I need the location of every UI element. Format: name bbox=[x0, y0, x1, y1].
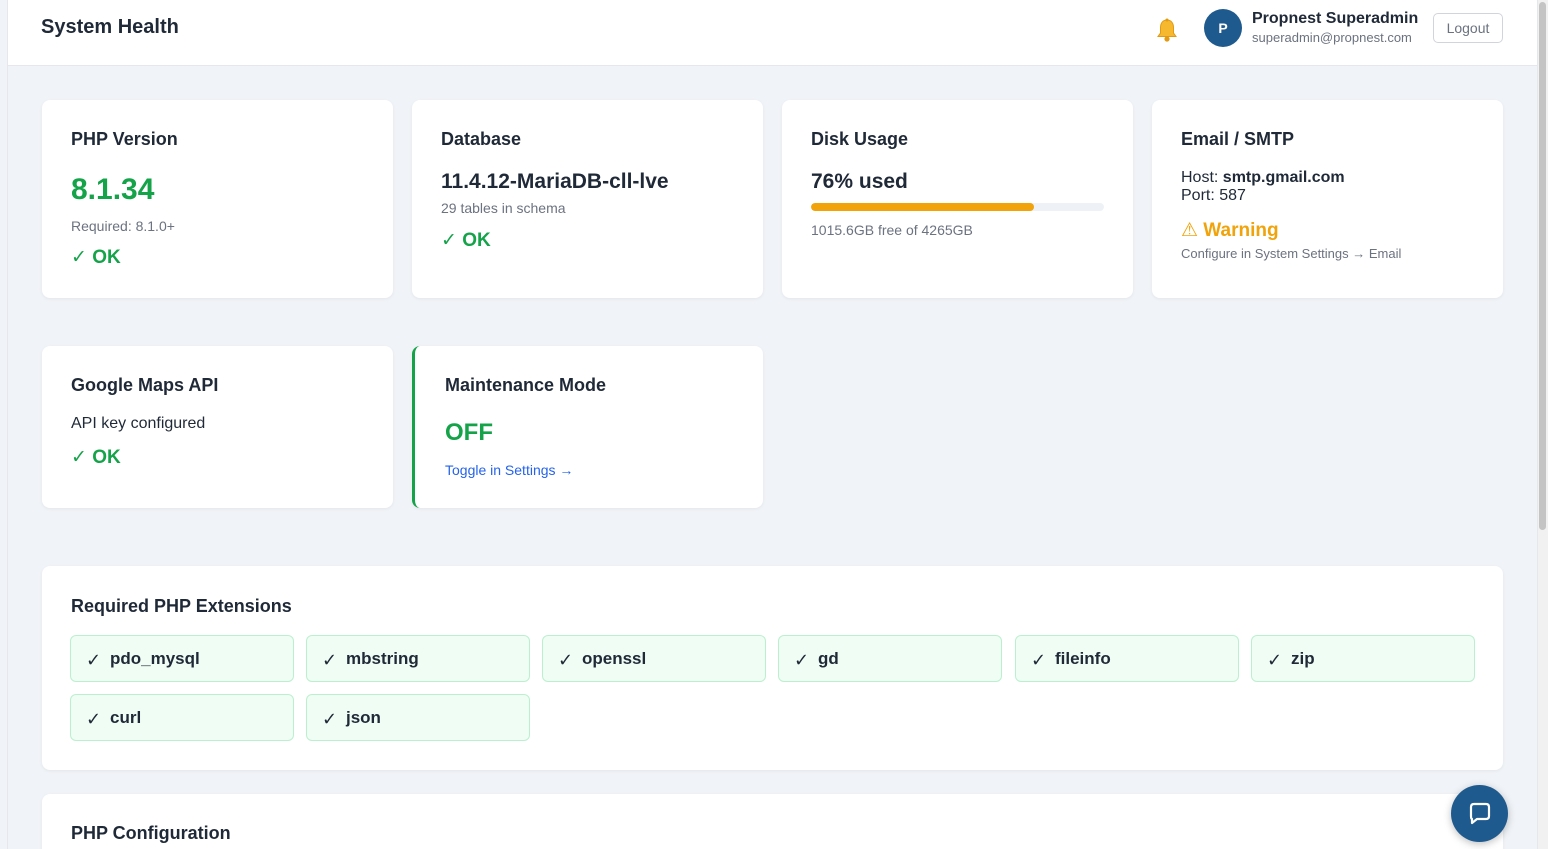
scrollbar[interactable] bbox=[1537, 0, 1548, 849]
smtp-port: Port: 587 bbox=[1181, 187, 1246, 204]
disk-usage-card: Disk Usage 76% used 1015.6GB free of 426… bbox=[782, 100, 1133, 298]
extension-chip: ✓ curl bbox=[70, 694, 294, 741]
php-extensions-card: Required PHP Extensions ✓ pdo_mysql ✓ mb… bbox=[42, 566, 1503, 770]
php-status: ✓ OK bbox=[71, 247, 121, 268]
card-title: Database bbox=[441, 129, 522, 149]
scrollbar-thumb[interactable] bbox=[1539, 2, 1546, 530]
disk-progress-fill bbox=[811, 203, 1034, 211]
check-icon: ✓ bbox=[794, 650, 810, 670]
google-maps-card: Google Maps API API key configured ✓ OK bbox=[42, 346, 393, 508]
check-icon: ✓ bbox=[322, 709, 338, 729]
extension-chip: ✓ fileinfo bbox=[1015, 635, 1239, 682]
card-title: PHP Configuration bbox=[71, 823, 231, 843]
card-title: Required PHP Extensions bbox=[71, 596, 292, 616]
check-icon: ✓ bbox=[86, 650, 102, 670]
extension-label: openssl bbox=[582, 649, 647, 668]
extension-label: curl bbox=[110, 708, 142, 727]
php-version-card: PHP Version 8.1.34 Required: 8.1.0+ ✓ OK bbox=[42, 100, 393, 298]
extension-chip: ✓ openssl bbox=[542, 635, 766, 682]
extension-chip: ✓ pdo_mysql bbox=[70, 635, 294, 682]
check-icon: ✓ bbox=[1267, 650, 1283, 670]
smtp-status: ⚠ Warning bbox=[1181, 220, 1279, 241]
php-version-value: 8.1.34 bbox=[71, 173, 155, 206]
avatar[interactable]: P bbox=[1204, 9, 1242, 47]
maintenance-settings-link[interactable]: Toggle in Settings → bbox=[445, 462, 573, 478]
disk-used: 76% used bbox=[811, 170, 908, 193]
check-icon: ✓ bbox=[1031, 650, 1047, 670]
card-title: Email / SMTP bbox=[1181, 129, 1295, 149]
extension-chip: ✓ json bbox=[306, 694, 530, 741]
bell-icon[interactable] bbox=[1154, 17, 1180, 43]
maintenance-mode-card: Maintenance Mode OFF Toggle in Settings … bbox=[412, 346, 763, 508]
maps-status: ✓ OK bbox=[71, 447, 121, 468]
email-smtp-card: Email / SMTP Host: smtp.gmail.com Port: … bbox=[1152, 100, 1503, 298]
chat-button[interactable] bbox=[1451, 785, 1508, 842]
card-title: PHP Version bbox=[71, 129, 178, 149]
card-title: Disk Usage bbox=[811, 129, 909, 149]
database-card: Database 11.4.12-MariaDB-cll-lve 29 tabl… bbox=[412, 100, 763, 298]
check-icon: ✓ bbox=[558, 650, 574, 670]
database-tables: 29 tables in schema bbox=[441, 200, 566, 216]
maintenance-status: OFF bbox=[445, 419, 493, 446]
disk-progress-bar bbox=[811, 203, 1104, 211]
smtp-host-value: smtp.gmail.com bbox=[1222, 169, 1345, 186]
php-configuration-card: PHP Configuration bbox=[42, 794, 1503, 849]
smtp-host: Host: smtp.gmail.com bbox=[1181, 169, 1345, 187]
extension-label: fileinfo bbox=[1055, 649, 1111, 668]
extension-chip: ✓ gd bbox=[778, 635, 1002, 682]
user-email: superadmin@propnest.com bbox=[1252, 30, 1412, 45]
left-edge bbox=[0, 0, 8, 849]
page-title: System Health bbox=[41, 16, 179, 38]
logout-button[interactable]: Logout bbox=[1433, 13, 1503, 43]
extension-label: zip bbox=[1291, 649, 1315, 668]
database-version: 11.4.12-MariaDB-cll-lve bbox=[441, 170, 669, 193]
php-required-text: Required: 8.1.0+ bbox=[71, 218, 175, 234]
disk-free: 1015.6GB free of 4265GB bbox=[811, 222, 973, 238]
extension-chip: ✓ zip bbox=[1251, 635, 1475, 682]
card-title: Maintenance Mode bbox=[445, 375, 607, 395]
extension-label: pdo_mysql bbox=[110, 649, 200, 668]
extension-label: json bbox=[346, 708, 381, 727]
database-status: ✓ OK bbox=[441, 230, 491, 251]
check-icon: ✓ bbox=[322, 650, 338, 670]
card-title: Google Maps API bbox=[71, 375, 219, 395]
smtp-hint: Configure in System Settings → Email bbox=[1181, 246, 1402, 261]
maps-text: API key configured bbox=[71, 415, 206, 432]
user-name: Propnest Superadmin bbox=[1252, 10, 1419, 27]
extension-label: gd bbox=[818, 649, 839, 668]
extension-label: mbstring bbox=[346, 649, 419, 668]
smtp-host-label: Host: bbox=[1181, 169, 1219, 186]
check-icon: ✓ bbox=[86, 709, 102, 729]
chat-icon bbox=[1469, 802, 1490, 824]
top-bar: System Health P Propnest Superadmin supe… bbox=[8, 0, 1537, 66]
extension-chip: ✓ mbstring bbox=[306, 635, 530, 682]
